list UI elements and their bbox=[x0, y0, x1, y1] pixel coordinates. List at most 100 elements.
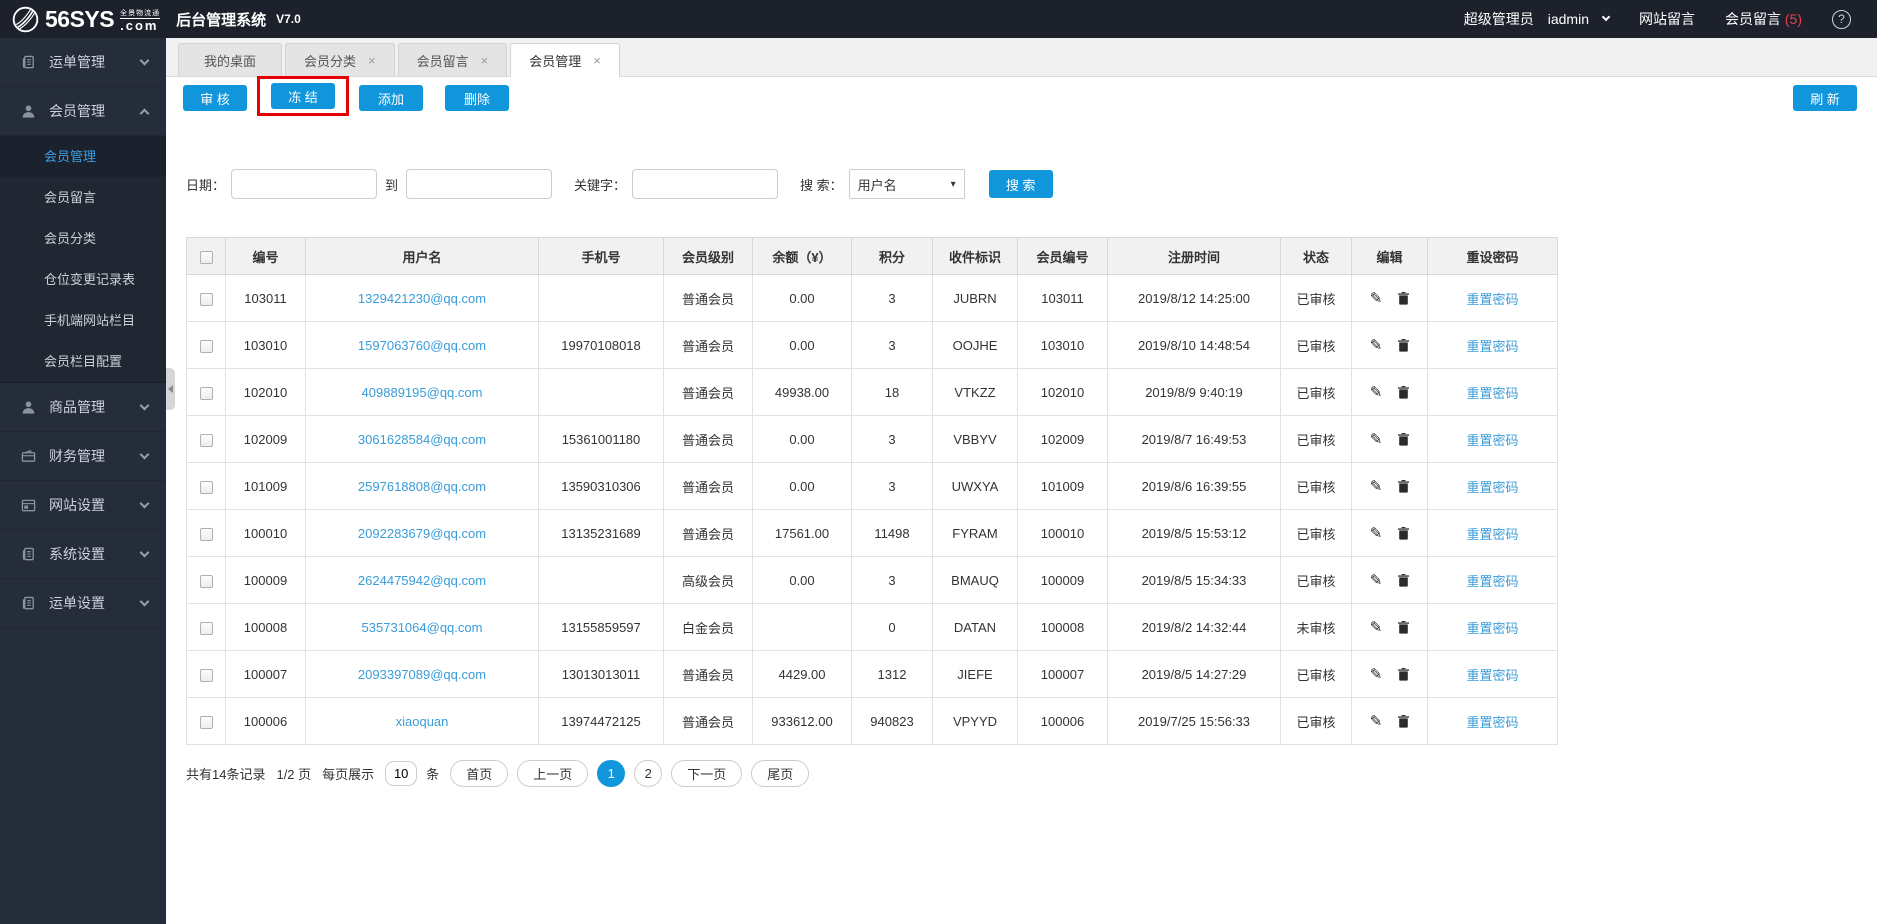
reset-password-link[interactable]: 重置密码 bbox=[1466, 574, 1518, 589]
edit-icon[interactable]: ✎ bbox=[1370, 478, 1383, 494]
edit-icon[interactable]: ✎ bbox=[1370, 572, 1383, 588]
reset-password-link[interactable]: 重置密码 bbox=[1466, 668, 1518, 683]
tab[interactable]: 会员管理 × bbox=[510, 43, 620, 77]
cell-id: 100008 bbox=[225, 603, 306, 651]
row-checkbox[interactable] bbox=[199, 433, 213, 447]
column-header: 重设密码 bbox=[1427, 237, 1558, 275]
edit-icon[interactable]: ✎ bbox=[1370, 525, 1383, 541]
reset-password-link[interactable]: 重置密码 bbox=[1466, 621, 1518, 636]
sidebar-subitem[interactable]: 手机端网站栏目 bbox=[0, 300, 166, 341]
username-link[interactable]: 2092283679@qq.com bbox=[358, 526, 486, 541]
sidebar-subitem[interactable]: 会员留言 bbox=[0, 177, 166, 218]
reset-password-link[interactable]: 重置密码 bbox=[1466, 480, 1518, 495]
nav-member-messages[interactable]: 会员留言 (5) bbox=[1725, 9, 1802, 29]
row-checkbox[interactable] bbox=[199, 715, 213, 729]
prev-page-button[interactable]: 上一页 bbox=[517, 760, 589, 787]
column-header: 会员编号 bbox=[1017, 237, 1108, 275]
username-link[interactable]: 2597618808@qq.com bbox=[358, 479, 486, 494]
username-link[interactable]: 2093397089@qq.com bbox=[358, 667, 486, 682]
row-checkbox[interactable] bbox=[199, 339, 213, 353]
edit-icon[interactable]: ✎ bbox=[1370, 619, 1383, 635]
sidebar-group[interactable]: 运单设置 bbox=[0, 579, 166, 628]
select-all-checkbox[interactable] bbox=[199, 250, 213, 264]
row-checkbox[interactable] bbox=[199, 574, 213, 588]
edit-icon[interactable]: ✎ bbox=[1370, 431, 1383, 447]
delete-button[interactable]: 删除 bbox=[445, 85, 509, 111]
trash-icon[interactable] bbox=[1398, 432, 1410, 446]
date-to-input[interactable] bbox=[406, 169, 553, 199]
username-link[interactable]: xiaoquan bbox=[396, 714, 449, 729]
trash-icon[interactable] bbox=[1398, 338, 1410, 352]
last-page-button[interactable]: 尾页 bbox=[751, 760, 810, 787]
search-type-select[interactable]: 用户名 ▾ bbox=[848, 169, 965, 199]
reset-password-link[interactable]: 重置密码 bbox=[1466, 386, 1518, 401]
reset-password-link[interactable]: 重置密码 bbox=[1466, 433, 1518, 448]
trash-icon[interactable] bbox=[1398, 291, 1410, 305]
trash-icon[interactable] bbox=[1398, 479, 1410, 493]
first-page-button[interactable]: 首页 bbox=[450, 760, 509, 787]
search-button[interactable]: 搜 索 bbox=[988, 170, 1053, 198]
sidebar-group[interactable]: 财务管理 bbox=[0, 432, 166, 481]
sidebar-group[interactable]: 系统设置 bbox=[0, 530, 166, 579]
reset-password-link[interactable]: 重置密码 bbox=[1466, 715, 1518, 730]
row-checkbox[interactable] bbox=[199, 386, 213, 400]
username-link[interactable]: 1597063760@qq.com bbox=[358, 338, 486, 353]
add-button[interactable]: 添加 bbox=[359, 85, 423, 111]
tab[interactable]: 会员留言 × bbox=[397, 43, 508, 76]
per-page-unit: 条 bbox=[426, 767, 440, 782]
sidebar-subitem[interactable]: 会员分类 bbox=[0, 218, 166, 259]
edit-icon[interactable]: ✎ bbox=[1370, 666, 1383, 682]
sidebar-subitem[interactable]: 仓位变更记录表 bbox=[0, 259, 166, 300]
trash-icon[interactable] bbox=[1398, 385, 1410, 399]
audit-button[interactable]: 审 核 bbox=[183, 85, 247, 111]
tab[interactable]: 我的桌面 bbox=[178, 43, 282, 76]
per-page-input[interactable] bbox=[385, 761, 418, 786]
next-page-button[interactable]: 下一页 bbox=[671, 760, 743, 787]
trash-icon[interactable] bbox=[1398, 573, 1410, 587]
trash-icon[interactable] bbox=[1398, 620, 1410, 634]
sidebar-subitem[interactable]: 会员栏目配置 bbox=[0, 341, 166, 382]
sidebar-group[interactable]: 运单管理 bbox=[0, 38, 166, 87]
trash-icon[interactable] bbox=[1398, 526, 1410, 540]
reset-password-link[interactable]: 重置密码 bbox=[1466, 292, 1518, 307]
trash-icon[interactable] bbox=[1398, 714, 1410, 728]
page-number-button[interactable]: 1 bbox=[597, 760, 626, 787]
tab[interactable]: 会员分类 × bbox=[285, 43, 395, 76]
edit-icon[interactable]: ✎ bbox=[1370, 713, 1383, 729]
date-from-input[interactable] bbox=[231, 169, 378, 199]
sidebar-group[interactable]: 网站设置 bbox=[0, 481, 166, 530]
row-checkbox[interactable] bbox=[199, 668, 213, 682]
cell-reg_time: 2019/8/10 14:48:54 bbox=[1107, 321, 1281, 369]
refresh-button[interactable]: 刷 新 bbox=[1793, 85, 1857, 111]
user-menu[interactable]: 超级管理员 iadmin bbox=[1464, 9, 1611, 29]
row-checkbox[interactable] bbox=[199, 480, 213, 494]
reset-password-link[interactable]: 重置密码 bbox=[1466, 527, 1518, 542]
sidebar-subitem[interactable]: 会员管理 bbox=[0, 136, 166, 177]
row-checkbox[interactable] bbox=[199, 621, 213, 635]
edit-icon[interactable]: ✎ bbox=[1370, 290, 1383, 306]
page-number-button[interactable]: 2 bbox=[634, 760, 663, 787]
sidebar-collapse-handle[interactable] bbox=[166, 368, 175, 410]
freeze-button[interactable]: 冻 结 bbox=[271, 83, 335, 109]
username-link[interactable]: 409889195@qq.com bbox=[362, 385, 483, 400]
username-link[interactable]: 2624475942@qq.com bbox=[358, 573, 486, 588]
tab-close-icon[interactable]: × bbox=[481, 54, 489, 67]
wallet-icon bbox=[20, 448, 36, 464]
username-link[interactable]: 535731064@qq.com bbox=[362, 620, 483, 635]
row-checkbox[interactable] bbox=[199, 527, 213, 541]
trash-icon[interactable] bbox=[1398, 667, 1410, 681]
reset-password-link[interactable]: 重置密码 bbox=[1466, 339, 1518, 354]
sidebar-group[interactable]: 商品管理 bbox=[0, 383, 166, 432]
keyword-input[interactable] bbox=[632, 169, 779, 199]
cell-points: 3 bbox=[851, 556, 933, 604]
help-icon[interactable]: ? bbox=[1832, 9, 1851, 29]
username-link[interactable]: 3061628584@qq.com bbox=[358, 432, 486, 447]
sidebar-group[interactable]: 会员管理 bbox=[0, 87, 166, 136]
edit-icon[interactable]: ✎ bbox=[1370, 337, 1383, 353]
tab-close-icon[interactable]: × bbox=[593, 54, 601, 67]
tab-close-icon[interactable]: × bbox=[368, 54, 376, 67]
nav-site-messages[interactable]: 网站留言 bbox=[1639, 9, 1695, 29]
edit-icon[interactable]: ✎ bbox=[1370, 384, 1383, 400]
row-checkbox[interactable] bbox=[199, 292, 213, 306]
username-link[interactable]: 1329421230@qq.com bbox=[358, 291, 486, 306]
